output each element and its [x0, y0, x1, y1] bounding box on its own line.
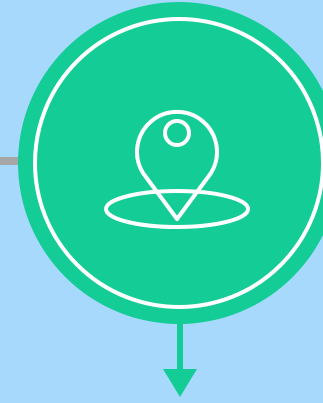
- down-arrow-shaft: [177, 320, 183, 372]
- map-location-graphic: [0, 0, 323, 403]
